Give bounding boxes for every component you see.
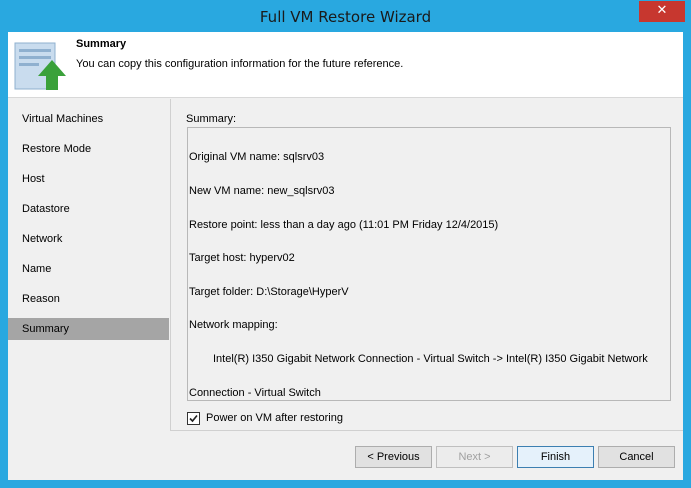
power-on-checkbox[interactable]: [187, 411, 200, 425]
summary-line: Connection - Virtual Switch: [189, 386, 321, 399]
next-button[interactable]: Next >: [436, 446, 513, 468]
summary-line: Restore point: less than a day ago (11:0…: [189, 218, 499, 231]
close-button[interactable]: ✕: [639, 1, 685, 22]
cancel-button[interactable]: Cancel: [598, 446, 675, 468]
wizard-steps-nav: Virtual Machines Restore Mode Host Datas…: [8, 99, 170, 480]
close-icon: ✕: [656, 3, 668, 18]
wizard-header: Summary You can copy this configuration …: [8, 32, 683, 98]
window-title: Full VM Restore Wizard: [259, 8, 432, 26]
summary-line: New VM name: new_sqlsrv03: [189, 185, 335, 198]
power-on-label: Power on VM after restoring: [206, 412, 343, 424]
nav-item-network[interactable]: Network: [8, 228, 169, 250]
footer-divider: [170, 430, 683, 431]
nav-item-name[interactable]: Name: [8, 258, 169, 280]
nav-item-host[interactable]: Host: [8, 168, 169, 190]
power-on-option[interactable]: Power on VM after restoring: [187, 410, 343, 426]
wizard-content: Summary You can copy this configuration …: [8, 32, 683, 480]
summary-line: Original VM name: sqlsrv03: [189, 151, 325, 164]
step-description: You can copy this configuration informat…: [76, 58, 404, 70]
nav-item-summary[interactable]: Summary: [8, 318, 169, 340]
wizard-window: Full VM Restore Wizard ✕ Summary You can…: [0, 0, 691, 488]
summary-line: Network mapping:: [189, 319, 278, 332]
nav-item-restore-mode[interactable]: Restore Mode: [8, 138, 169, 160]
summary-line: Target host: hyperv02: [189, 252, 295, 265]
step-title: Summary: [76, 38, 127, 50]
restore-summary-icon: [14, 40, 68, 92]
checkmark-icon: [189, 414, 198, 422]
summary-label: Summary:: [186, 113, 237, 125]
summary-line: Intel(R) I350 Gigabit Network Connection…: [213, 353, 648, 366]
summary-textbox[interactable]: Original VM name: sqlsrv03 New VM name: …: [187, 127, 671, 401]
nav-item-datastore[interactable]: Datastore: [8, 198, 169, 220]
summary-line: Target folder: D:\Storage\HyperV: [189, 285, 349, 298]
summary-panel: Summary: Original VM name: sqlsrv03 New …: [171, 99, 683, 430]
title-bar[interactable]: Full VM Restore Wizard ✕: [1, 1, 690, 32]
previous-button[interactable]: < Previous: [355, 446, 432, 468]
finish-button[interactable]: Finish: [517, 446, 594, 468]
nav-item-reason[interactable]: Reason: [8, 288, 169, 310]
nav-item-virtual-machines[interactable]: Virtual Machines: [8, 108, 169, 130]
